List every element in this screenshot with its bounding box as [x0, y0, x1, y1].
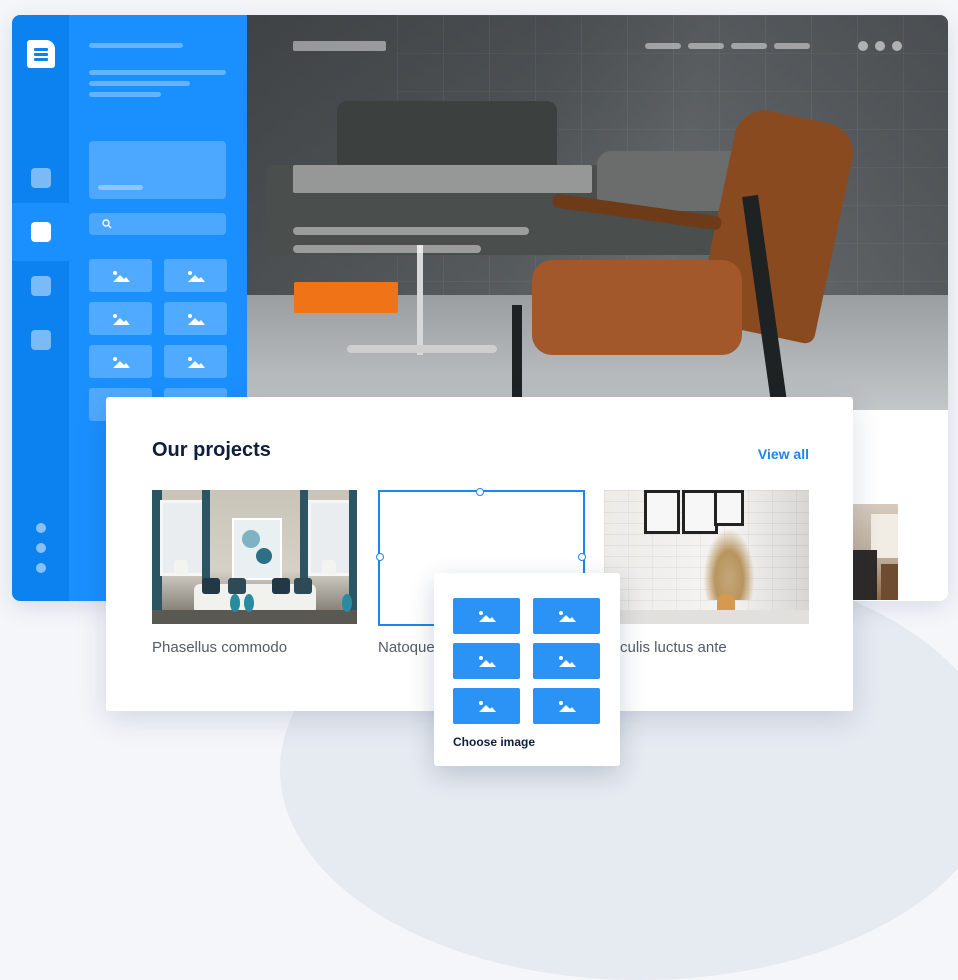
wall-frame: [682, 490, 718, 534]
image-tile[interactable]: [89, 259, 152, 292]
project-image-peek: [853, 504, 898, 600]
editor-logo-icon[interactable]: [27, 40, 55, 68]
pillow: [272, 578, 290, 594]
nav-link-placeholder[interactable]: [645, 43, 681, 49]
hero-photo-table: [347, 345, 497, 353]
menu-dot-icon[interactable]: [875, 41, 885, 51]
image-tile[interactable]: [164, 345, 227, 378]
image-icon: [558, 656, 576, 667]
hero-photo-sofa: [337, 101, 557, 173]
image-icon: [558, 701, 576, 712]
panel-card-caption-placeholder: [98, 185, 143, 190]
project-title: culis luctus ante: [620, 639, 727, 656]
image-choice[interactable]: [533, 598, 600, 634]
image-choice[interactable]: [453, 643, 520, 679]
resize-handle[interactable]: [578, 553, 586, 561]
project-title: Natoque: [378, 639, 435, 656]
more-dot-icon[interactable]: [36, 523, 46, 533]
image-picker-popover: Choose image: [434, 573, 620, 766]
image-choice[interactable]: [533, 688, 600, 724]
more-dot-icon[interactable]: [36, 543, 46, 553]
image-icon: [112, 356, 130, 368]
menu-dot-icon[interactable]: [858, 41, 868, 51]
wall-art: [232, 518, 282, 580]
resize-handle[interactable]: [476, 488, 484, 496]
panel-heading-placeholder: [89, 43, 183, 48]
choose-image-label[interactable]: Choose image: [453, 735, 535, 749]
project-image-3[interactable]: [604, 490, 809, 624]
nav-link-placeholder[interactable]: [688, 43, 724, 49]
image-icon: [187, 356, 205, 368]
resize-handle[interactable]: [376, 553, 384, 561]
more-dot-icon[interactable]: [36, 563, 46, 573]
image-icon: [187, 313, 205, 325]
image-tile[interactable]: [164, 302, 227, 335]
image-choice[interactable]: [453, 598, 520, 634]
wall-frame: [644, 490, 680, 534]
image-icon: [558, 611, 576, 622]
floor: [152, 610, 357, 624]
hero-cta-button[interactable]: [294, 282, 398, 313]
view-all-link[interactable]: View all: [758, 446, 809, 462]
icon-rail: [12, 15, 69, 601]
image-tile[interactable]: [89, 345, 152, 378]
image-icon: [478, 701, 496, 712]
image-icon: [478, 656, 496, 667]
image-tile[interactable]: [164, 259, 227, 292]
image-icon: [112, 270, 130, 282]
panel-preview-card[interactable]: [89, 141, 226, 199]
image-icon: [187, 270, 205, 282]
hero-photo-chair: [512, 305, 522, 410]
curtain: [349, 490, 357, 610]
search-icon: [102, 219, 112, 229]
search-input[interactable]: [89, 213, 226, 235]
image-choice[interactable]: [533, 643, 600, 679]
wall-frame: [714, 490, 744, 526]
project-title: Phasellus commodo: [152, 639, 288, 656]
rail-item-3[interactable]: [31, 276, 51, 296]
image-icon: [478, 611, 496, 622]
vase: [230, 594, 240, 612]
panel-text-placeholder: [89, 70, 226, 75]
hero-photo-chair: [532, 260, 742, 355]
lamp: [174, 560, 188, 574]
hero-section: [247, 15, 948, 410]
rail-item-4[interactable]: [31, 330, 51, 350]
site-logo-placeholder[interactable]: [293, 41, 386, 51]
nav-link-placeholder[interactable]: [774, 43, 810, 49]
hero-photo-table: [417, 245, 423, 355]
pillow: [294, 578, 312, 594]
rail-item-1[interactable]: [31, 168, 51, 188]
section-title: Our projects: [152, 439, 271, 461]
image-tile[interactable]: [89, 302, 152, 335]
hero-text-placeholder: [293, 245, 481, 253]
rail-item-2-active[interactable]: [31, 222, 51, 242]
hero-heading-placeholder: [293, 165, 592, 193]
panel-text-placeholder: [89, 81, 190, 86]
pillow: [228, 578, 246, 594]
lamp: [322, 560, 336, 574]
dried-grass: [704, 530, 754, 600]
project-image-1[interactable]: [152, 490, 357, 624]
vase: [342, 594, 352, 612]
vase: [244, 594, 254, 612]
shelf: [604, 610, 809, 624]
panel-text-placeholder: [89, 92, 161, 97]
hero-text-placeholder: [293, 227, 529, 235]
nav-link-placeholder[interactable]: [731, 43, 767, 49]
menu-dot-icon[interactable]: [892, 41, 902, 51]
image-choice[interactable]: [453, 688, 520, 724]
image-icon: [112, 313, 130, 325]
pillow: [202, 578, 220, 594]
